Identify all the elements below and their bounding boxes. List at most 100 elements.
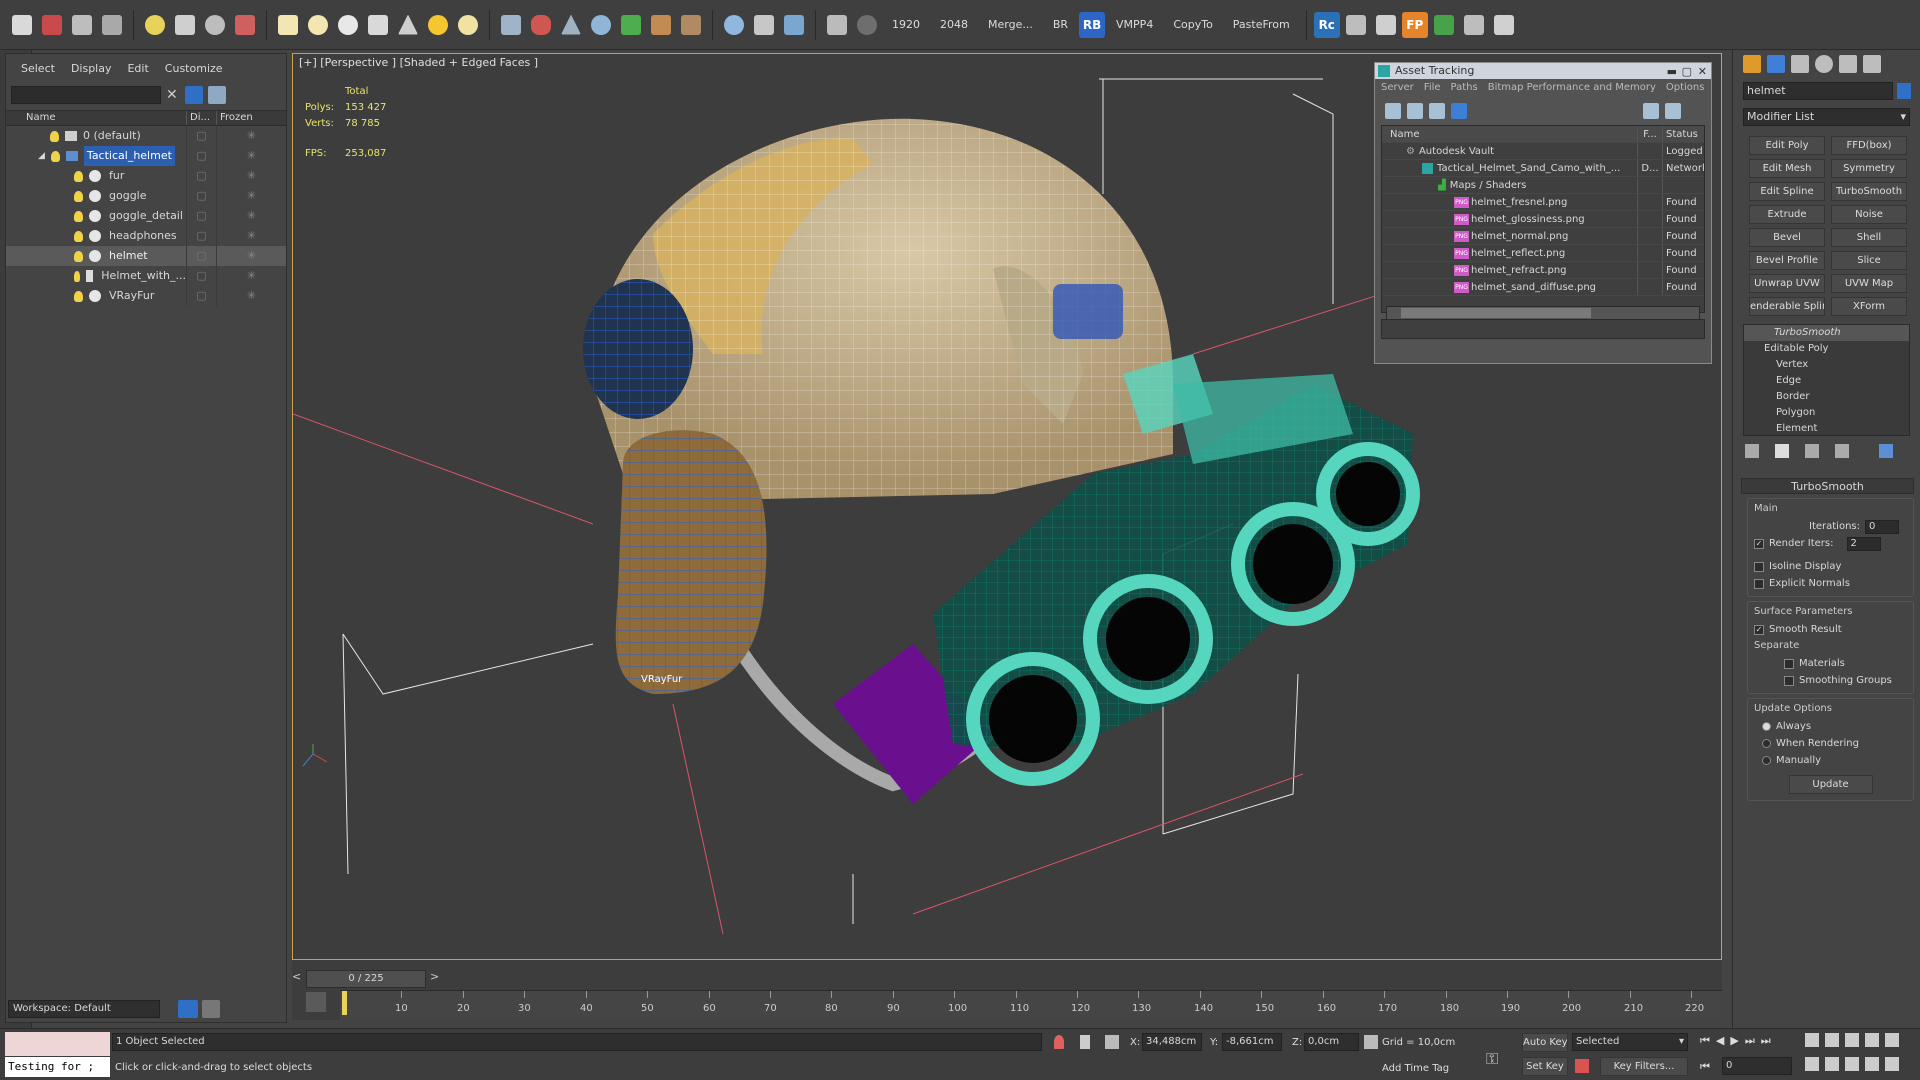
table-row[interactable]: ⚙Autodesk Vault Logged Ou (1382, 143, 1704, 160)
layer-explorer-icon[interactable] (178, 1000, 198, 1018)
col-name[interactable]: Name (1382, 126, 1637, 142)
hierarchy-tab-icon[interactable] (1791, 55, 1809, 73)
box-icon[interactable] (274, 11, 302, 39)
current-frame-field[interactable]: 0 (1722, 1057, 1792, 1075)
sun-icon[interactable] (424, 11, 452, 39)
btn-edit-spline[interactable]: Edit Spline (1749, 182, 1825, 201)
create-tab-icon[interactable] (1743, 55, 1761, 73)
key-icon[interactable]: ⚿ (1486, 1049, 1498, 1069)
display-toggle-icon[interactable]: ▢ (186, 206, 216, 226)
globe-icon[interactable] (720, 11, 748, 39)
forest-icon[interactable] (1430, 11, 1458, 39)
field-of-view-icon[interactable] (1885, 1033, 1899, 1047)
freeze-icon[interactable]: ✳ (216, 126, 286, 146)
scrollbar-thumb[interactable] (1401, 308, 1591, 318)
z-coordinate-field[interactable]: 0,0cm (1304, 1033, 1359, 1051)
list-item[interactable]: ◢ Tactical_helmet ▢ ✳ (6, 146, 286, 166)
pyramid-icon[interactable] (557, 11, 585, 39)
walkthrough-icon[interactable] (1825, 1057, 1839, 1071)
horizontal-scrollbar[interactable] (1386, 306, 1700, 320)
material-editor-icon[interactable] (68, 11, 96, 39)
tb-merge[interactable]: Merge... (979, 11, 1042, 39)
always-radio[interactable] (1762, 722, 1771, 731)
table-row[interactable]: Tactical_Helmet_Sand_Camo_with_... D... Ne… (1382, 160, 1704, 177)
refresh-icon[interactable] (1385, 103, 1401, 119)
maximize-viewport-icon[interactable] (1865, 1057, 1879, 1071)
table-row[interactable]: PNG helmet_fresnel.png Found (1382, 194, 1704, 211)
help-icon[interactable] (1643, 103, 1659, 119)
teapot-icon[interactable] (231, 11, 259, 39)
rb-button[interactable]: RB (1079, 11, 1106, 38)
capsule-icon[interactable] (527, 11, 555, 39)
torus-icon[interactable] (334, 11, 362, 39)
sphere-icon[interactable] (304, 11, 332, 39)
display-toggle-icon[interactable]: ▢ (186, 126, 216, 146)
selection-set-dropdown[interactable]: Selected ▾ (1572, 1033, 1688, 1051)
pin-stack-icon[interactable] (1745, 444, 1759, 458)
maxscript-listener[interactable]: Testing for ; (5, 1057, 110, 1077)
scene-search-input[interactable] (11, 86, 161, 104)
display-toggle-icon[interactable]: ▢ (186, 266, 216, 286)
btn-ffd-box[interactable]: FFD(box) (1831, 136, 1907, 155)
list-item[interactable]: helmet ▢ ✳ (6, 246, 286, 266)
freeze-icon[interactable]: ✳ (216, 246, 286, 266)
render-setup-icon[interactable] (38, 11, 66, 39)
col-status[interactable]: Status (1662, 126, 1704, 142)
tb-copyto[interactable]: CopyTo (1164, 11, 1221, 39)
freeze-icon[interactable]: ✳ (216, 226, 286, 246)
btn-xform[interactable]: XForm (1831, 297, 1907, 316)
motion-tab-icon[interactable] (1815, 55, 1833, 73)
list-view-icon[interactable] (1407, 103, 1423, 119)
info-icon[interactable] (1665, 103, 1681, 119)
modifier-list-dropdown[interactable]: Modifier List ▾ (1743, 108, 1910, 126)
light-icon[interactable] (141, 11, 169, 39)
time-config-icon[interactable] (1885, 1057, 1899, 1071)
menu-customize[interactable]: Customize (165, 62, 223, 82)
list-item[interactable]: VRayFur ▢ ✳ (6, 286, 286, 306)
freeze-icon[interactable]: ✳ (216, 206, 286, 226)
update-button[interactable]: Update (1788, 775, 1873, 794)
clone-icon[interactable] (823, 11, 851, 39)
key-mode-icon[interactable]: ⏮ (1700, 1060, 1710, 1074)
render-frame-icon[interactable] (98, 11, 126, 39)
grass-icon[interactable] (617, 11, 645, 39)
go-to-end-icon[interactable]: ⏭ (1761, 1034, 1771, 1048)
maximize-icon[interactable]: ▢ (1682, 64, 1692, 80)
menu-select[interactable]: Select (21, 62, 55, 82)
sync-selection-icon[interactable] (208, 86, 226, 104)
menu-paths[interactable]: Paths (1451, 82, 1478, 97)
col-frozen[interactable]: Frozen (216, 111, 286, 125)
menu-file[interactable]: File (1424, 82, 1441, 97)
zoom-all-icon[interactable] (1825, 1033, 1839, 1047)
stack-polygon[interactable]: Polygon (1744, 405, 1909, 421)
camera-icon[interactable] (780, 11, 808, 39)
freeze-icon[interactable]: ✳ (216, 186, 286, 206)
rollout-header[interactable]: TurboSmooth (1741, 478, 1914, 494)
tb-pastefrom[interactable]: PasteFrom (1224, 11, 1299, 39)
list-item[interactable]: goggle ▢ ✳ (6, 186, 286, 206)
tb-1920[interactable]: 1920 (883, 11, 929, 39)
table-row[interactable]: PNG helmet_normal.png Found (1382, 228, 1704, 245)
display-toggle-icon[interactable]: ▢ (186, 286, 216, 306)
stack-editable-poly[interactable]: Editable Poly (1744, 341, 1909, 357)
smooth-result-checkbox[interactable]: ✓ (1754, 624, 1764, 635)
light-bulb-icon[interactable] (50, 150, 60, 162)
display-toggle-icon[interactable]: ▢ (186, 226, 216, 246)
btn-unwrap-uvw[interactable]: Unwrap UVW (1749, 274, 1825, 293)
object-color-swatch[interactable] (1897, 83, 1911, 99)
show-end-result-icon[interactable] (1775, 444, 1789, 458)
table-row[interactable]: ▟ Maps / Shaders (1382, 177, 1704, 194)
fp-button[interactable]: FP (1401, 11, 1428, 38)
previous-frame-icon[interactable]: ◀ (1716, 1034, 1724, 1048)
pin-icon[interactable] (1054, 1035, 1064, 1049)
freeze-icon[interactable]: ✳ (216, 146, 286, 166)
freeze-icon[interactable]: ✳ (216, 286, 286, 306)
next-frame-arrow-icon[interactable]: > (430, 970, 442, 988)
col-f[interactable]: F... (1637, 126, 1662, 142)
btn-bevel-profile[interactable]: Bevel Profile (1749, 251, 1825, 270)
configure-sets-icon[interactable] (1879, 444, 1893, 458)
freeze-icon[interactable]: ✳ (216, 166, 286, 186)
col-name[interactable]: Name (6, 111, 186, 125)
btn-uvw-map[interactable]: UVW Map (1831, 274, 1907, 293)
iterations-spinner[interactable]: 0 (1865, 519, 1899, 534)
